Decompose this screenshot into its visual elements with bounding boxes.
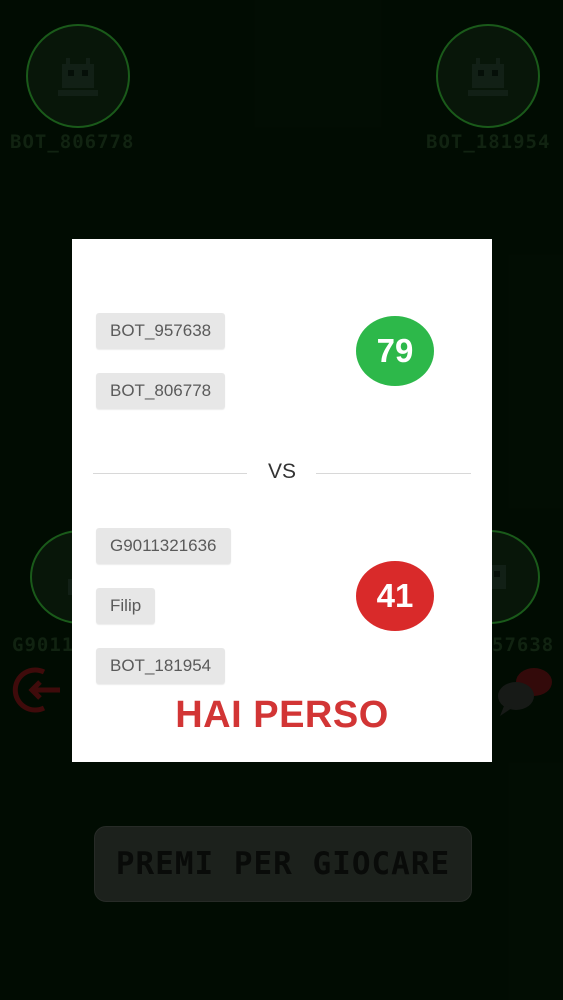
team-b-score-badge: 41 xyxy=(356,561,434,631)
result-dialog: BOT_957638 BOT_806778 79 VS G9011321636 … xyxy=(72,239,492,762)
team-b-player-chip: Filip xyxy=(96,588,156,624)
team-a-player-chip: BOT_806778 xyxy=(96,373,226,409)
vs-label: VS xyxy=(267,460,296,483)
vs-divider-right xyxy=(316,473,471,474)
vs-divider-left xyxy=(93,473,247,474)
team-b-player-chip: BOT_181954 xyxy=(96,648,226,684)
team-a-player-chip: BOT_957638 xyxy=(96,313,226,349)
team-b-player-chip: G9011321636 xyxy=(96,528,231,564)
team-a-score-badge: 79 xyxy=(356,316,434,386)
result-text: HAI PERSO xyxy=(175,694,389,736)
